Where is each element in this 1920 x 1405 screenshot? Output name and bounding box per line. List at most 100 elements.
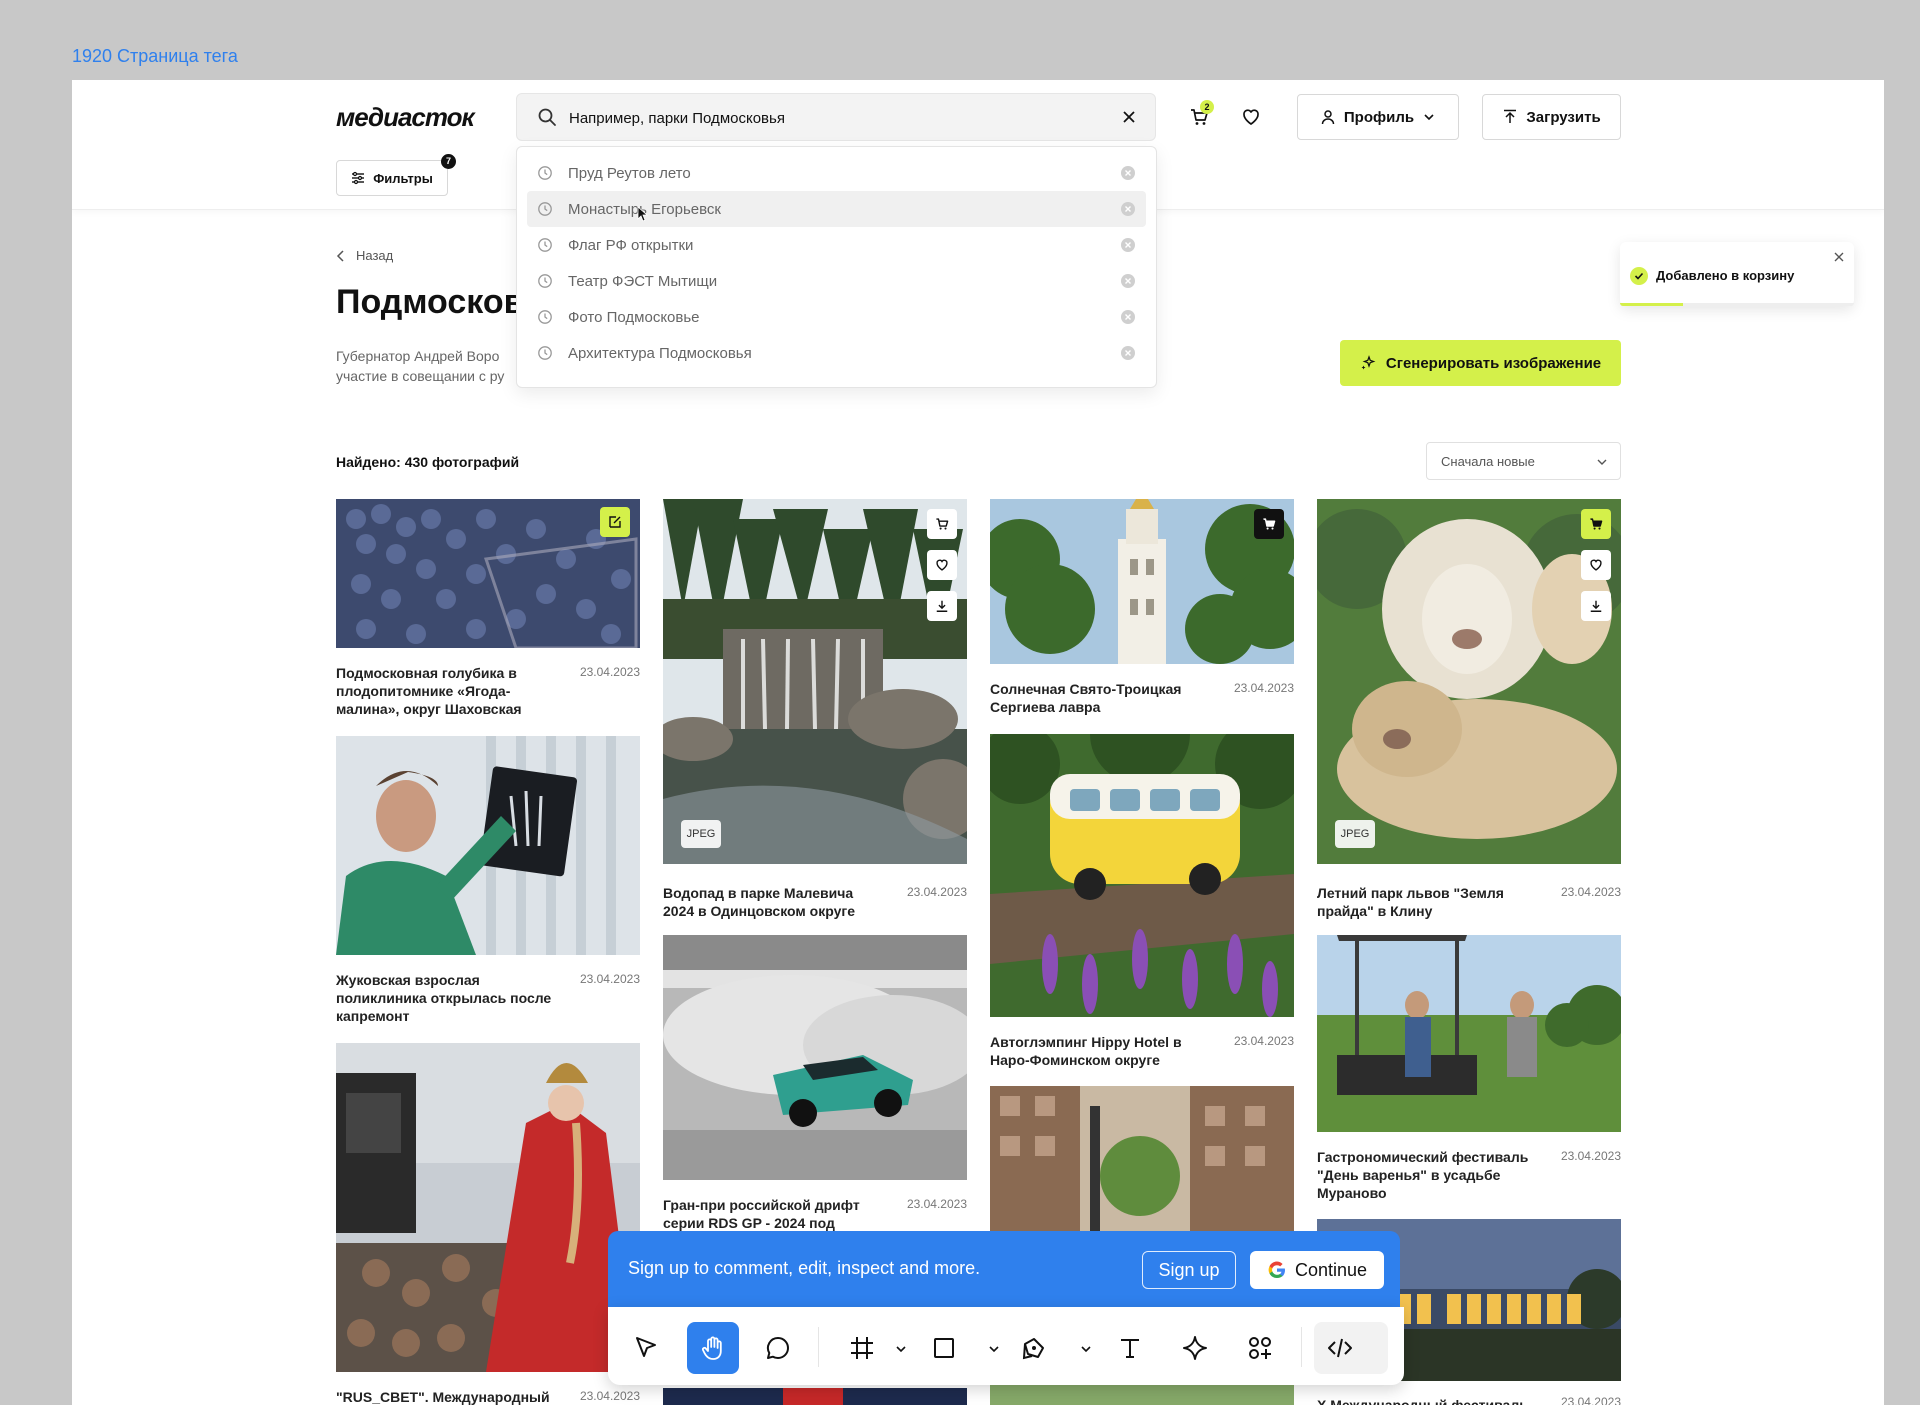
chevron-down-icon — [1597, 459, 1607, 465]
cart-icon — [1590, 518, 1603, 530]
photo-card[interactable]: JPEG Водопад в парке Малевича 2024 в Оди… — [663, 499, 967, 919]
history-icon — [538, 310, 552, 324]
upload-label: Загрузить — [1526, 108, 1601, 126]
toast-progress-fill — [1620, 303, 1684, 306]
sort-select[interactable]: Сначала новые — [1426, 442, 1621, 480]
photo-date: 23.04.2023 — [906, 1197, 967, 1211]
photo-lions[interactable]: JPEG — [1317, 499, 1621, 864]
chevron-left-icon — [336, 249, 344, 262]
photo-date: 23.04.2023 — [579, 972, 640, 986]
cart-icon — [936, 518, 949, 530]
photo-drift[interactable] — [663, 935, 967, 1180]
comment-tool[interactable] — [752, 1322, 804, 1374]
format-badge: JPEG — [1335, 820, 1375, 848]
photo-festival[interactable] — [336, 1043, 640, 1372]
filters-button[interactable]: Фильтры — [336, 160, 448, 196]
chevron-down-icon — [1424, 114, 1434, 121]
actions-tool[interactable] — [1169, 1322, 1221, 1374]
resources-tool[interactable] — [1234, 1322, 1286, 1374]
remove-icon[interactable] — [1120, 237, 1136, 253]
back-link[interactable]: Назад — [336, 248, 393, 263]
history-icon — [538, 202, 552, 216]
photo-date: 23.04.2023 — [1560, 885, 1621, 899]
cart-count-badge: 2 — [1200, 100, 1214, 114]
chevron-down-icon[interactable] — [1080, 1343, 1092, 1355]
description-line: участие в совещании с ру — [336, 368, 505, 384]
profile-label: Профиль — [1343, 108, 1415, 126]
text-tool[interactable] — [1104, 1322, 1156, 1374]
photo-lavra[interactable] — [990, 499, 1294, 664]
upload-button[interactable]: Загрузить — [1482, 94, 1621, 140]
generate-image-button[interactable]: Сгенерировать изображение — [1340, 340, 1621, 386]
photo-card[interactable]: Автоглэмпинг Hippy Hotel в Наро-Фоминско… — [990, 734, 1294, 1074]
upload-icon — [1504, 109, 1517, 123]
description-line: Губернатор Андрей Воро — [336, 348, 500, 364]
photo-card[interactable]: JPEG Летний парк львов "Земля прайда" в … — [1317, 499, 1621, 919]
photo-caption: Жуковская взрослая поликлиника открылась… — [336, 972, 552, 1024]
edit-button[interactable] — [600, 507, 630, 537]
chevron-down-icon[interactable] — [988, 1343, 1000, 1355]
photo-caption: Подмосковная голубика в плодопитомнике «… — [336, 665, 522, 717]
history-text: Флаг РФ открытки — [568, 236, 694, 254]
pen-tool[interactable] — [1008, 1322, 1060, 1374]
photo-blueberries[interactable] — [336, 499, 640, 648]
photo-card[interactable]: Гран-при российской дрифт серии RDS GP -… — [663, 935, 967, 1245]
pen-icon — [1022, 1338, 1044, 1360]
photo-glamping[interactable] — [990, 734, 1294, 1017]
photo-card[interactable]: Подмосковная голубика в плодопитомнике «… — [336, 499, 640, 729]
close-icon[interactable] — [1119, 107, 1139, 127]
download-button[interactable] — [1581, 591, 1611, 621]
photo-waterfall[interactable]: JPEG — [663, 499, 967, 864]
history-item[interactable]: Пруд Реутов лето — [527, 155, 1146, 191]
page-description: Губернатор Андрей Воро участие в совещан… — [336, 346, 536, 386]
favorite-button[interactable] — [927, 550, 957, 580]
rectangle-tool[interactable] — [918, 1322, 970, 1374]
signup-button[interactable]: Sign up — [1142, 1251, 1236, 1289]
add-to-cart-button[interactable] — [1581, 509, 1611, 539]
sparkle-icon — [1183, 1336, 1207, 1360]
photo-card[interactable] — [663, 1388, 967, 1405]
search-input[interactable] — [569, 104, 1109, 132]
photo-jam-festival[interactable] — [1317, 935, 1621, 1132]
history-icon — [538, 166, 552, 180]
history-text: Пруд Реутов лето — [568, 164, 691, 182]
photo-card[interactable]: Солнечная Свято-Троицкая Сергиева лавра … — [990, 499, 1294, 729]
remove-icon[interactable] — [1120, 345, 1136, 361]
format-badge: JPEG — [681, 820, 721, 848]
chevron-down-icon[interactable] — [895, 1343, 907, 1355]
download-button[interactable] — [927, 591, 957, 621]
favorites-button[interactable] — [1234, 100, 1268, 134]
continue-google-button[interactable]: Continue — [1250, 1251, 1384, 1289]
hand-icon — [702, 1336, 722, 1360]
check-icon — [1630, 267, 1648, 285]
close-icon[interactable] — [1832, 250, 1846, 264]
dev-mode-toggle[interactable] — [1314, 1322, 1388, 1374]
remove-icon[interactable] — [1120, 309, 1136, 325]
photo-racing[interactable] — [663, 1388, 967, 1405]
favorite-button[interactable] — [1581, 550, 1611, 580]
remove-icon[interactable] — [1120, 165, 1136, 181]
move-tool[interactable] — [620, 1322, 672, 1374]
logo[interactable]: медиасток — [336, 102, 475, 133]
remove-icon[interactable] — [1120, 273, 1136, 289]
history-item[interactable]: Архитектура Подмосковья — [527, 335, 1146, 371]
page-title: Подмосков — [336, 283, 525, 321]
profile-button[interactable]: Профиль — [1297, 94, 1459, 140]
photo-card[interactable]: Жуковская взрослая поликлиника открылась… — [336, 736, 640, 1026]
photo-card[interactable]: "RUS_CBET". Международный 23.04.2023 — [336, 1043, 640, 1405]
photo-card[interactable]: Гастрономический фестиваль "День варенья… — [1317, 935, 1621, 1225]
remove-icon[interactable] — [1120, 201, 1136, 217]
history-item[interactable]: Флаг РФ открытки — [527, 227, 1146, 263]
add-to-cart-button[interactable] — [1254, 509, 1284, 539]
photo-caption: Солнечная Свято-Троицкая Сергиева лавра — [990, 681, 1182, 715]
filters-label: Фильтры — [373, 170, 433, 186]
frame-tool[interactable] — [836, 1322, 888, 1374]
hand-tool[interactable] — [687, 1322, 739, 1374]
search-box[interactable] — [516, 93, 1156, 141]
cart-button[interactable]: 2 — [1182, 100, 1216, 134]
history-item[interactable]: Монастырь Егорьевск — [527, 191, 1146, 227]
add-to-cart-button[interactable] — [927, 509, 957, 539]
photo-clinic[interactable] — [336, 736, 640, 955]
history-item[interactable]: Фото Подмосковье — [527, 299, 1146, 335]
history-item[interactable]: Театр ФЭСТ Мытищи — [527, 263, 1146, 299]
